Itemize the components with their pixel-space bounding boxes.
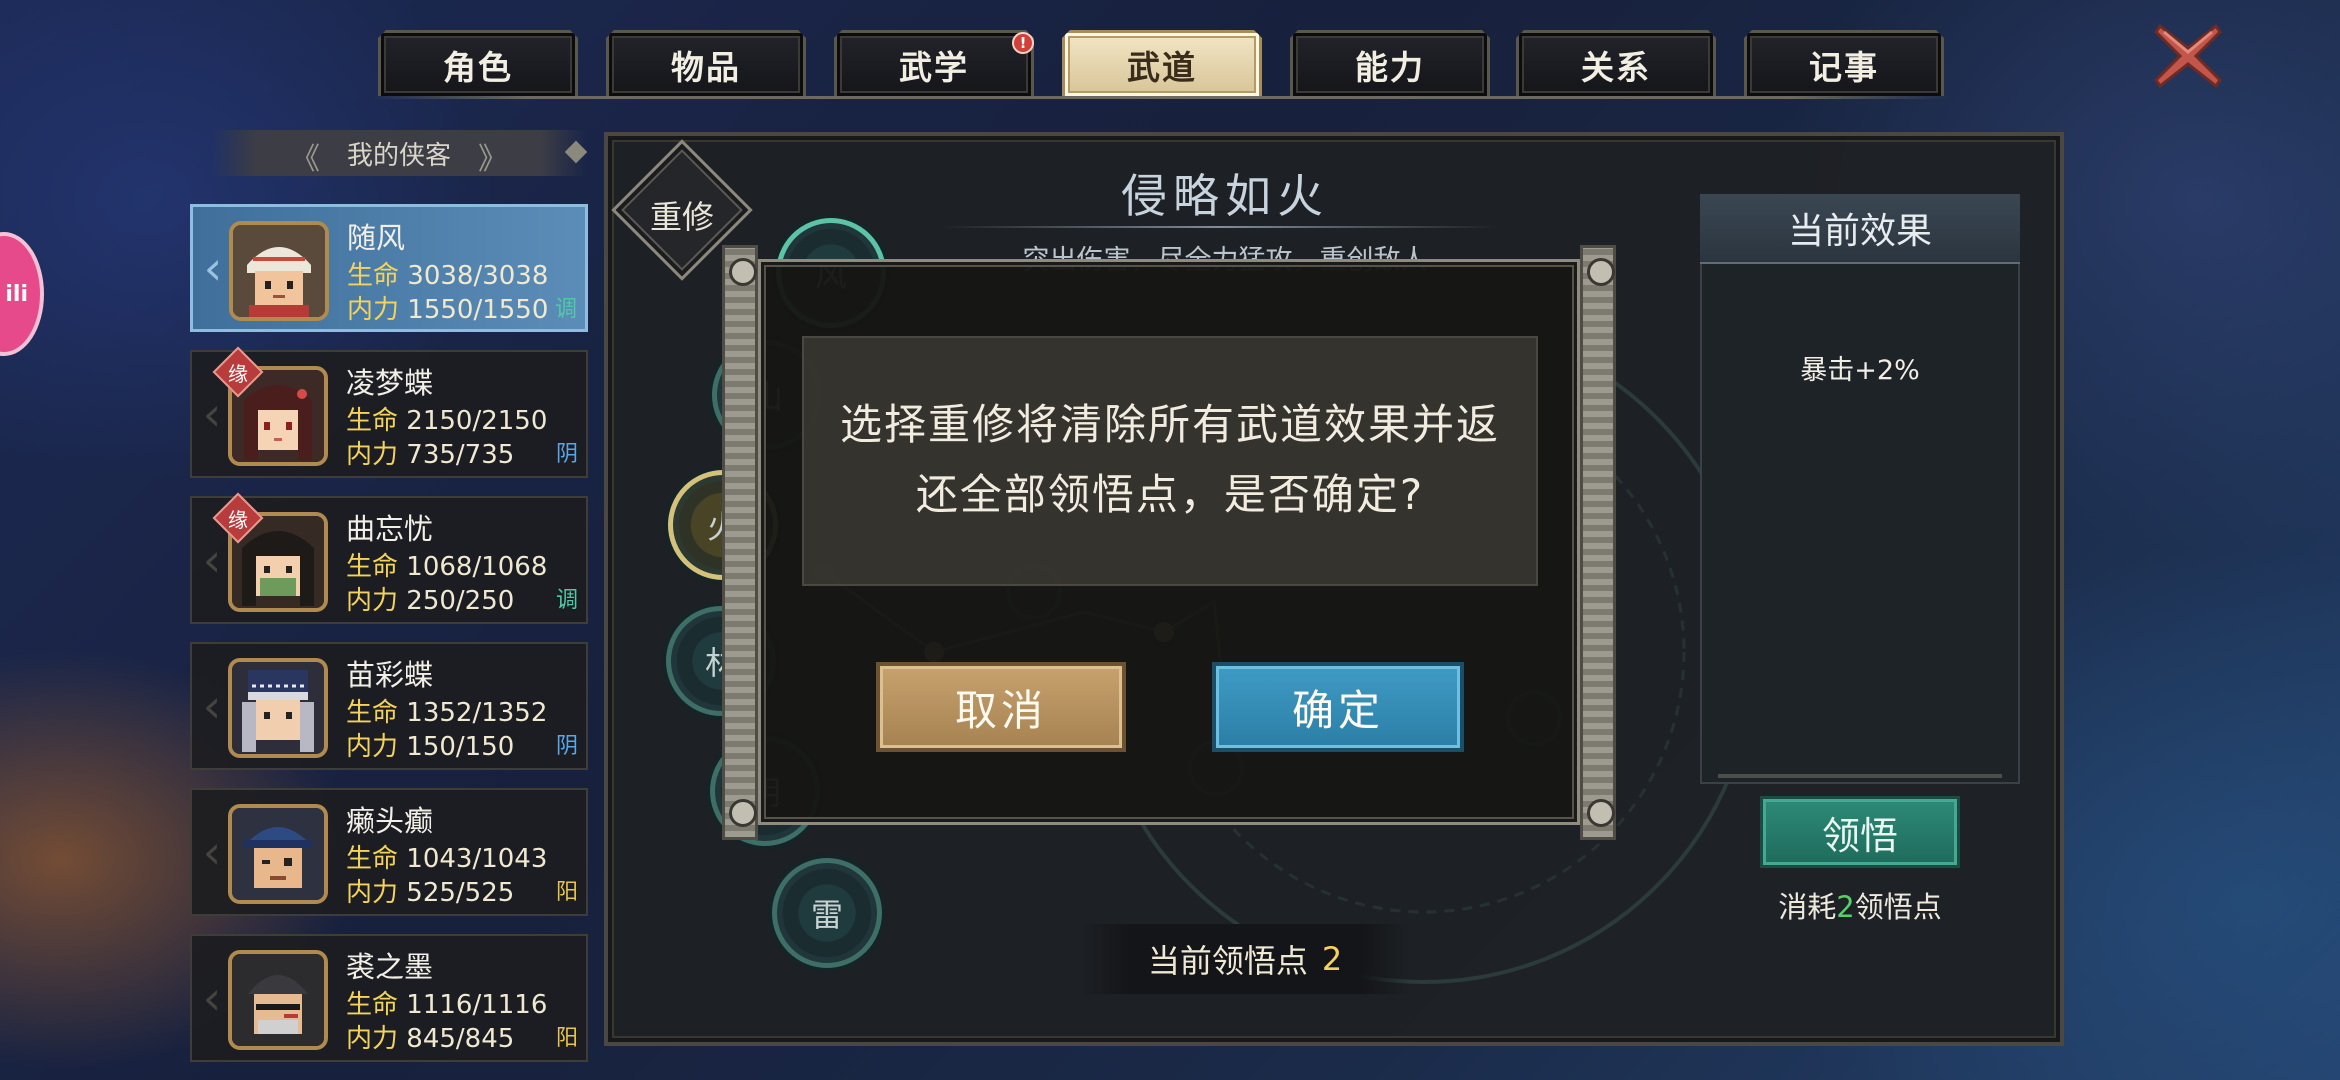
hero-hp: 生命 1043/1043 <box>346 844 548 874</box>
tab-martial-skills[interactable]: 武学 <box>834 30 1034 96</box>
hero-attribute: 调 <box>555 588 578 613</box>
avatar <box>228 950 328 1050</box>
tab-character[interactable]: 角色 <box>378 30 578 96</box>
hero-attribute: 阳 <box>555 1026 578 1051</box>
hero-mp: 内力 845/845 <box>346 1024 515 1054</box>
close-x-icon <box>2154 23 2222 89</box>
current-effect-title: 当前效果 <box>1700 194 2020 264</box>
hero-hp: 生命 1352/1352 <box>346 698 548 728</box>
hero-card[interactable]: ‹ 缘 凌梦蝶 生命 2150/2150 内力 735/735 阴 <box>190 346 588 478</box>
hero-mp: 内力 150/150 <box>346 732 515 762</box>
hero-attribute: 阴 <box>555 734 578 759</box>
avatar <box>228 658 328 758</box>
hero-hp: 生命 1068/1068 <box>346 552 548 582</box>
tab-martial-path[interactable]: 武道 <box>1062 30 1262 96</box>
hero-card[interactable]: ‹ 缘 曲忘忧 生命 1068/1068 内力 250/250 调 <box>190 492 588 624</box>
hero-name: 随风 <box>347 221 406 255</box>
close-button[interactable] <box>2150 18 2226 94</box>
tab-abilities[interactable]: 能力 <box>1290 30 1490 96</box>
hero-card[interactable]: ‹ 苗彩蝶 生命 1352/1352 内力 150/150 阴 <box>190 642 588 770</box>
avatar <box>228 804 328 904</box>
dialog-message-line-2: 还全部领悟点，是否确定? <box>915 470 1425 519</box>
hero-attribute: 阴 <box>555 442 578 467</box>
comprehend-cost: 消耗2领悟点 <box>1778 890 1942 924</box>
tab-items[interactable]: 物品 <box>606 30 806 96</box>
path-title: 侵略如火 <box>1121 169 1329 223</box>
cancel-button[interactable]: 取消 <box>876 662 1126 752</box>
hero-hp: 生命 2150/2150 <box>346 406 548 436</box>
tab-relations[interactable]: 关系 <box>1516 30 1716 96</box>
chevron-left-icon: ‹ <box>203 241 223 295</box>
effect-divider <box>1718 774 2002 778</box>
hero-name: 裘之墨 <box>346 950 434 984</box>
diamond-ornament-icon <box>564 140 588 164</box>
hero-hp: 生命 1116/1116 <box>346 990 548 1020</box>
dialog-message-line-1: 选择重修将清除所有武道效果并返 <box>839 400 1500 449</box>
hero-name: 曲忘忧 <box>346 512 434 546</box>
effect-item: 暴击+2% <box>1800 355 1920 386</box>
current-points-label: 当前领悟点 <box>1147 942 1308 980</box>
dialog-message: 选择重修将清除所有武道效果并返 还全部领悟点，是否确定? <box>802 390 1538 530</box>
bilibili-float-button[interactable]: ili <box>0 232 44 356</box>
hero-mp: 内力 250/250 <box>346 586 515 616</box>
hero-card[interactable]: ‹ 随风 生命 3038/3038 内力 1550/1550 调 <box>190 204 588 332</box>
respec-label[interactable]: 重修 <box>632 192 732 238</box>
hero-card[interactable]: ‹ 癞头癫 生命 1043/1043 内力 525/525 阳 <box>190 788 588 916</box>
chevron-left-icon: ‹ <box>202 971 222 1025</box>
path-node-thunder[interactable]: 雷 <box>772 858 882 968</box>
comprehend-button[interactable]: 领悟 <box>1760 796 1960 868</box>
tab-journal[interactable]: 记事 <box>1744 30 1944 96</box>
current-effect-panel <box>1700 194 2020 784</box>
confirm-button[interactable]: 确定 <box>1212 662 1464 752</box>
scroll-rod-left <box>722 245 758 840</box>
title-divider <box>940 226 1500 228</box>
avatar <box>229 221 329 321</box>
hero-name: 苗彩蝶 <box>346 658 434 692</box>
hero-name: 凌梦蝶 <box>346 366 434 400</box>
my-heroes-header: 我的侠客 <box>212 130 588 178</box>
tab-notification-badge: ! <box>1012 32 1034 54</box>
current-points: 当前领悟点 2 <box>1080 924 1410 994</box>
bilibili-logo-text: ili <box>5 281 28 307</box>
hero-mp: 内力 735/735 <box>346 440 515 470</box>
my-heroes-title: 我的侠客 <box>346 140 451 171</box>
hero-card[interactable]: ‹ 裘之墨 生命 1116/1116 内力 845/845 阳 <box>190 934 588 1062</box>
hero-hp: 生命 3038/3038 <box>347 261 549 291</box>
top-tab-bar: 角色 物品 武学 ! 武道 能力 关系 记事 <box>0 0 2340 100</box>
hero-mp: 内力 1550/1550 <box>347 295 549 325</box>
current-points-value: 2 <box>1321 940 1343 978</box>
chevron-left-icon: ‹ <box>202 825 222 879</box>
hero-attribute: 阳 <box>555 880 578 905</box>
hero-mp: 内力 525/525 <box>346 878 515 908</box>
hero-attribute: 调 <box>554 297 577 322</box>
chevron-left-icon: ‹ <box>202 679 222 733</box>
scroll-rod-right <box>1580 245 1616 840</box>
hero-name: 癞头癫 <box>346 804 434 838</box>
